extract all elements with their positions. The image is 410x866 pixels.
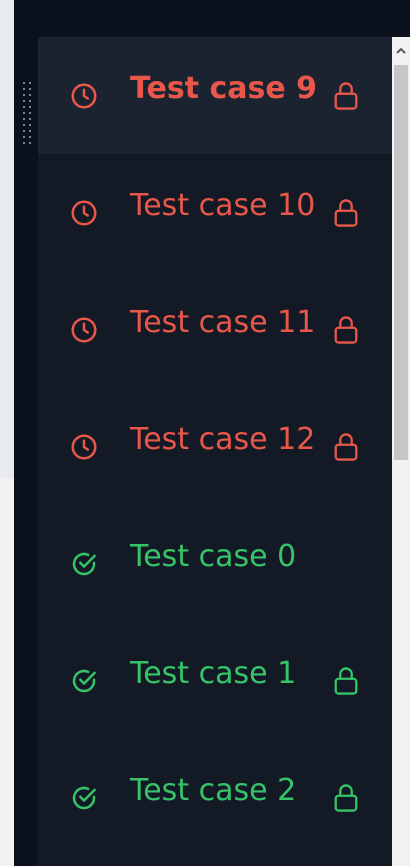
- test-case-row[interactable]: Test case 10: [38, 154, 392, 271]
- test-case-row[interactable]: Test case 12: [38, 388, 392, 505]
- lock-icon: [334, 667, 358, 695]
- scroll-up-button[interactable]: [392, 37, 410, 65]
- lock-icon: [334, 784, 358, 812]
- left-edge-strip-lower: [0, 478, 14, 866]
- clock-icon: [71, 83, 97, 109]
- circle-check-icon: [72, 669, 96, 693]
- test-case-label: Test case 10: [130, 188, 316, 223]
- test-case-row[interactable]: Test case 2: [38, 739, 392, 856]
- test-case-row[interactable]: Test case 11: [38, 271, 392, 388]
- test-case-label: Test case 9: [130, 71, 318, 106]
- test-case-label: Test case 1: [130, 656, 297, 691]
- test-case-label: Test case 2: [130, 773, 297, 808]
- clock-icon: [71, 434, 97, 460]
- scrollbar-thumb[interactable]: [394, 65, 408, 460]
- clock-icon: [71, 200, 97, 226]
- lock-icon: [334, 199, 358, 227]
- test-case-row[interactable]: Test case 0: [38, 505, 392, 622]
- lock-icon: [334, 82, 358, 110]
- circle-check-icon: [72, 552, 96, 576]
- clock-icon: [71, 317, 97, 343]
- test-case-row[interactable]: Test case 9: [38, 37, 392, 154]
- left-edge-strip: [0, 0, 14, 478]
- test-case-row[interactable]: Test case 1: [38, 622, 392, 739]
- test-case-label: Test case 11: [130, 305, 316, 340]
- test-case-label: Test case 12: [130, 422, 316, 457]
- chevron-up-icon: [396, 47, 406, 54]
- test-case-list: Test case 9 Test case 10 Test case 11 Te…: [38, 37, 392, 866]
- lock-icon: [334, 433, 358, 461]
- drag-handle-icon[interactable]: [21, 80, 33, 144]
- test-case-label: Test case 0: [130, 539, 297, 574]
- lock-icon: [334, 316, 358, 344]
- circle-check-icon: [72, 786, 96, 810]
